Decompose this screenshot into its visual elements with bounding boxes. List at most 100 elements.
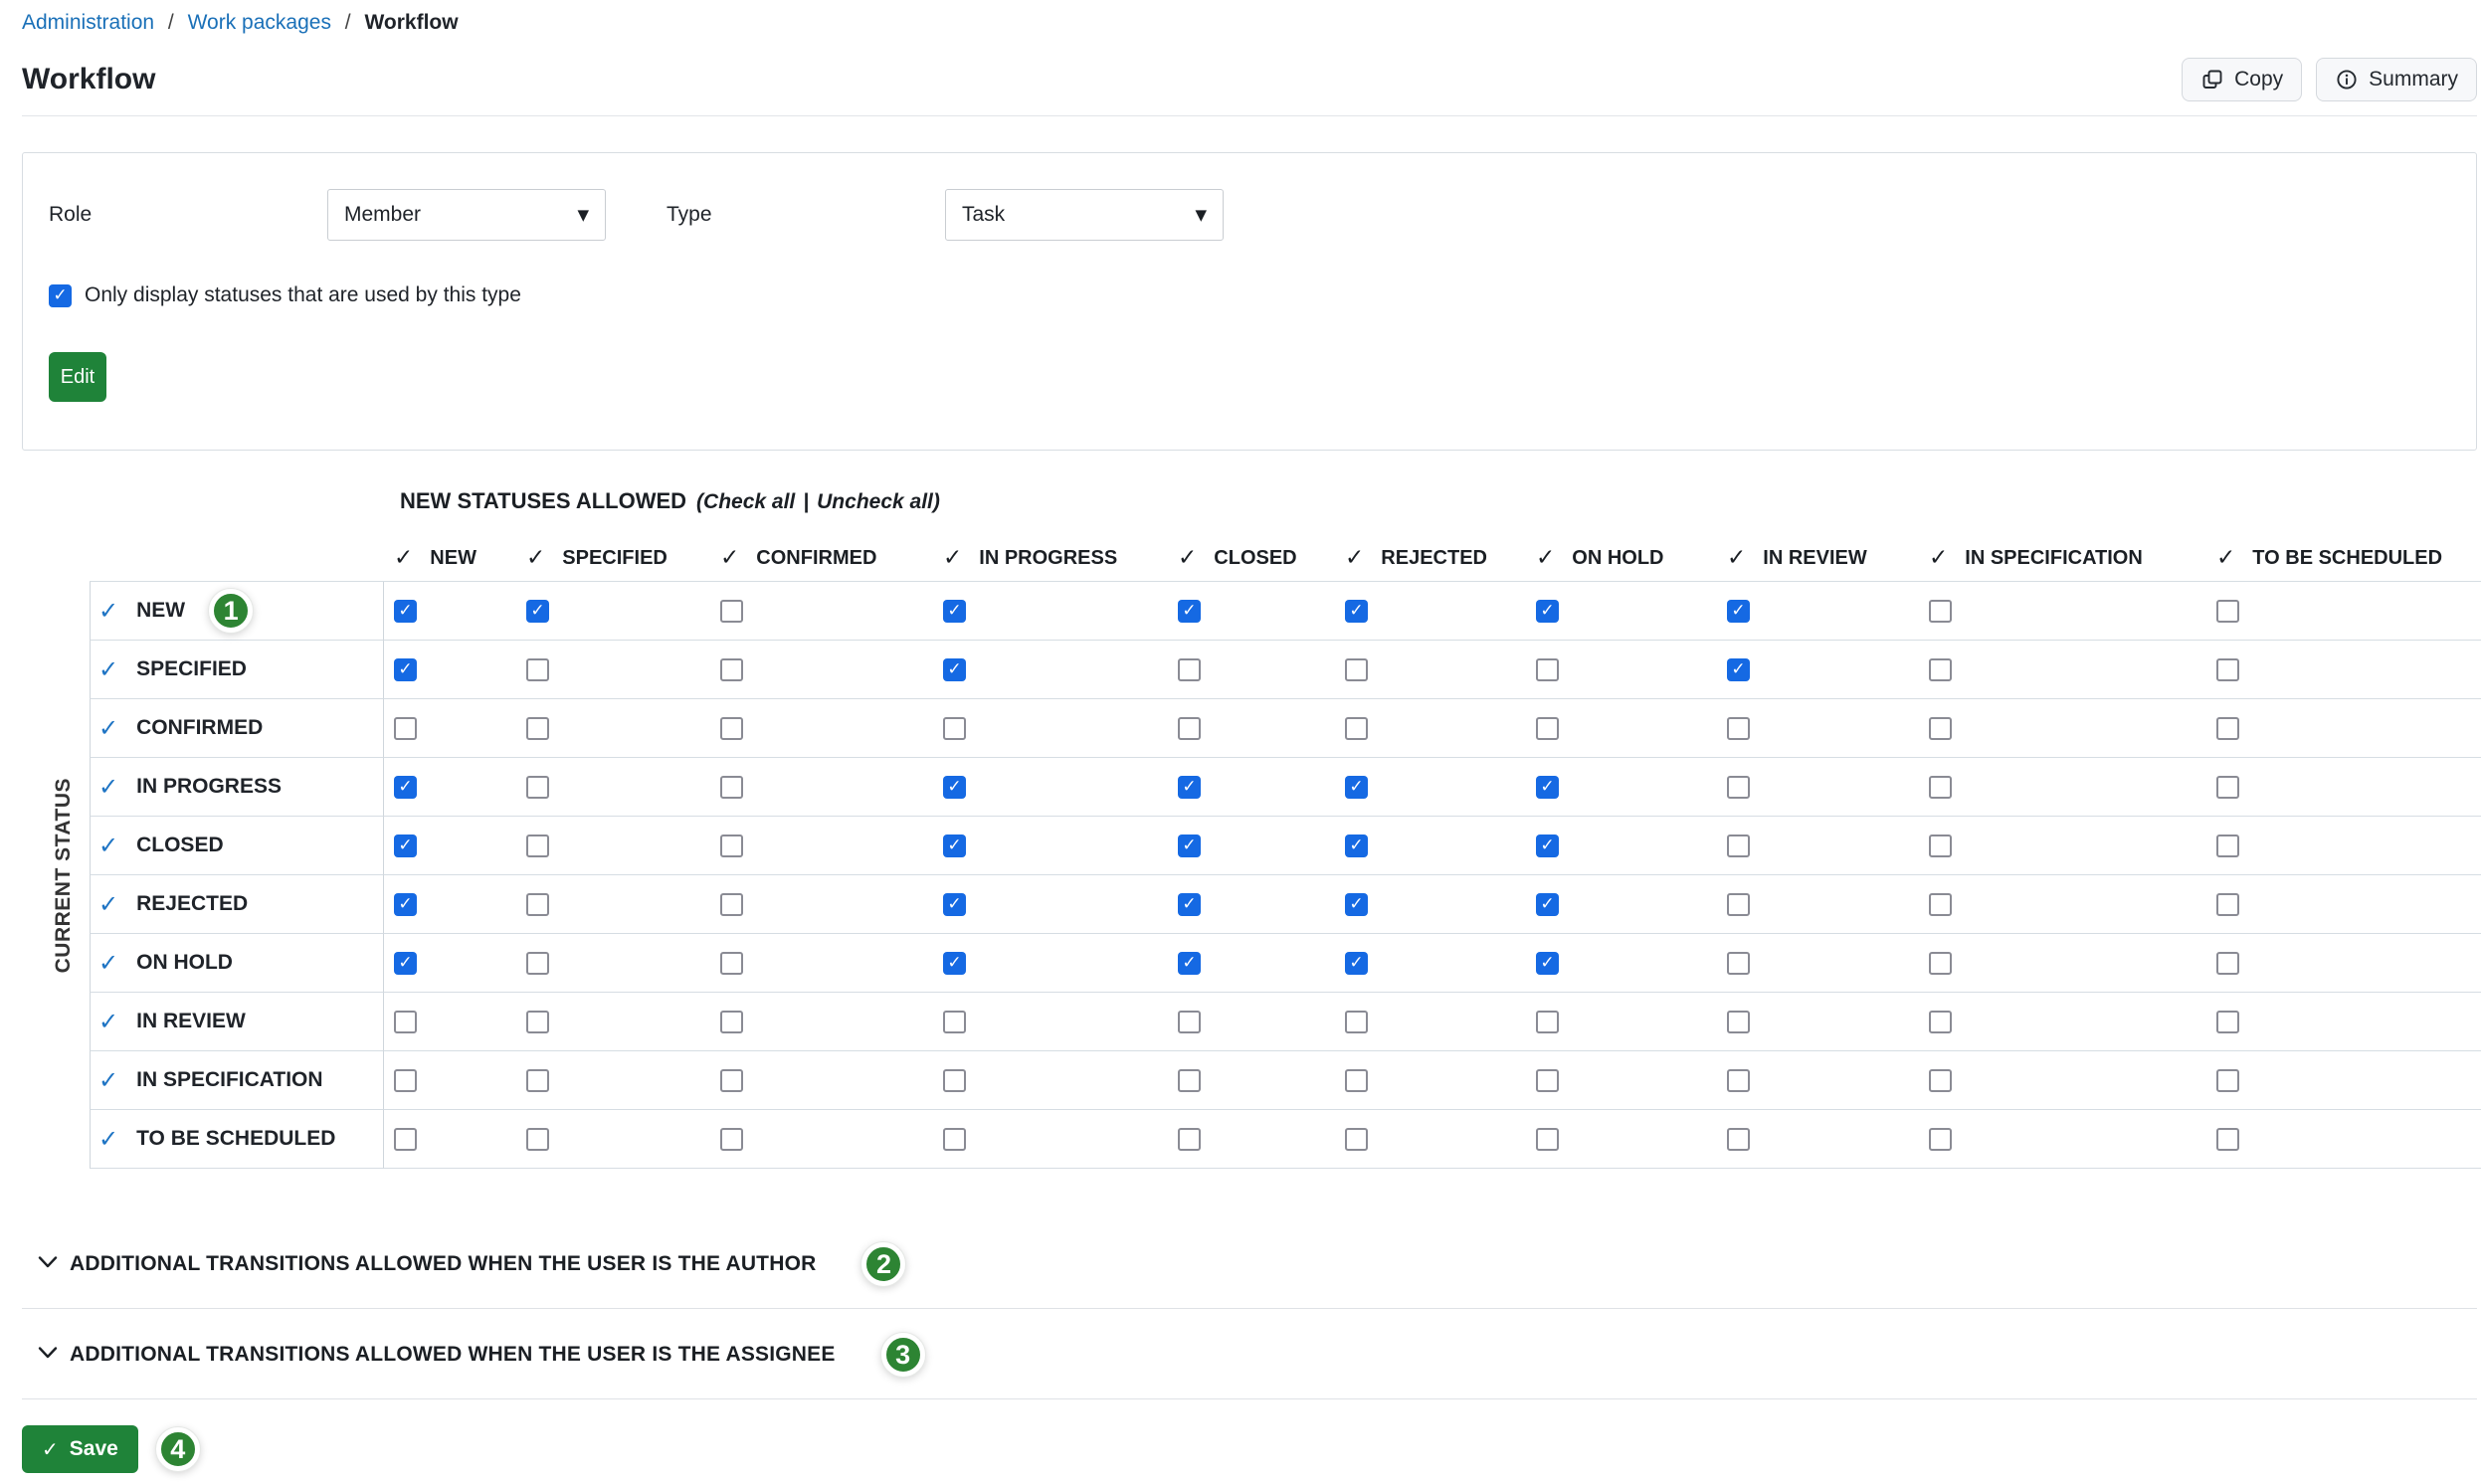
transition-checkbox[interactable] <box>720 600 743 623</box>
transition-checkbox[interactable] <box>720 952 743 975</box>
column-check-icon[interactable]: ✓ <box>1536 547 1555 570</box>
transition-checkbox[interactable]: ✓ <box>943 776 966 799</box>
transition-checkbox[interactable] <box>1345 1011 1368 1033</box>
row-check-icon[interactable]: ✓ <box>98 892 118 916</box>
transition-checkbox[interactable]: ✓ <box>394 776 417 799</box>
row-check-icon[interactable]: ✓ <box>98 775 118 799</box>
transition-checkbox[interactable]: ✓ <box>943 658 966 681</box>
transition-checkbox[interactable] <box>526 952 549 975</box>
transition-checkbox[interactable] <box>720 835 743 857</box>
transition-checkbox[interactable] <box>526 658 549 681</box>
transition-checkbox[interactable]: ✓ <box>1345 600 1368 623</box>
only-used-statuses-checkbox[interactable]: ✓ <box>49 284 72 307</box>
transition-checkbox[interactable]: ✓ <box>1536 776 1559 799</box>
transition-checkbox[interactable] <box>1345 1128 1368 1151</box>
transition-checkbox[interactable] <box>1929 658 1952 681</box>
transition-checkbox[interactable] <box>526 835 549 857</box>
transition-checkbox[interactable] <box>1929 1069 1952 1092</box>
transition-checkbox[interactable] <box>1929 717 1952 740</box>
transition-checkbox[interactable] <box>2216 1011 2239 1033</box>
transition-checkbox[interactable] <box>1727 1069 1750 1092</box>
transition-checkbox[interactable]: ✓ <box>394 952 417 975</box>
breadcrumb-administration[interactable]: Administration <box>22 11 154 34</box>
column-check-icon[interactable]: ✓ <box>526 547 545 570</box>
transition-checkbox[interactable] <box>1727 776 1750 799</box>
transition-checkbox[interactable]: ✓ <box>394 893 417 916</box>
transition-checkbox[interactable] <box>943 1128 966 1151</box>
transition-checkbox[interactable] <box>2216 1128 2239 1151</box>
type-select[interactable]: Task ▼ <box>945 189 1224 241</box>
summary-button[interactable]: Summary <box>2316 58 2477 101</box>
role-select[interactable]: Member ▼ <box>327 189 606 241</box>
transition-checkbox[interactable] <box>2216 1069 2239 1092</box>
row-check-icon[interactable]: ✓ <box>98 657 118 681</box>
transition-checkbox[interactable] <box>1345 1069 1368 1092</box>
transition-checkbox[interactable] <box>1178 1128 1201 1151</box>
transition-checkbox[interactable]: ✓ <box>1345 776 1368 799</box>
transition-checkbox[interactable] <box>2216 600 2239 623</box>
author-transitions-section[interactable]: ADDITIONAL TRANSITIONS ALLOWED WHEN THE … <box>38 1250 2477 1278</box>
transition-checkbox[interactable] <box>1929 1128 1952 1151</box>
transition-checkbox[interactable] <box>720 717 743 740</box>
transition-checkbox[interactable] <box>394 1128 417 1151</box>
transition-checkbox[interactable] <box>720 776 743 799</box>
transition-checkbox[interactable] <box>720 1011 743 1033</box>
transition-checkbox[interactable]: ✓ <box>1178 776 1201 799</box>
transition-checkbox[interactable] <box>720 658 743 681</box>
transition-checkbox[interactable] <box>1929 952 1952 975</box>
transition-checkbox[interactable] <box>2216 717 2239 740</box>
transition-checkbox[interactable] <box>1536 1069 1559 1092</box>
transition-checkbox[interactable] <box>1536 1011 1559 1033</box>
transition-checkbox[interactable] <box>720 893 743 916</box>
transition-checkbox[interactable] <box>2216 952 2239 975</box>
transition-checkbox[interactable]: ✓ <box>1536 600 1559 623</box>
transition-checkbox[interactable] <box>2216 893 2239 916</box>
transition-checkbox[interactable] <box>1345 717 1368 740</box>
transition-checkbox[interactable]: ✓ <box>1178 835 1201 857</box>
edit-button[interactable]: Edit <box>49 352 106 402</box>
transition-checkbox[interactable] <box>2216 835 2239 857</box>
transition-checkbox[interactable] <box>1727 1128 1750 1151</box>
transition-checkbox[interactable]: ✓ <box>1345 893 1368 916</box>
transition-checkbox[interactable] <box>1178 1069 1201 1092</box>
transition-checkbox[interactable] <box>1727 893 1750 916</box>
column-check-icon[interactable]: ✓ <box>2216 547 2235 570</box>
transition-checkbox[interactable] <box>394 1069 417 1092</box>
copy-button[interactable]: Copy <box>2182 58 2302 101</box>
row-check-icon[interactable]: ✓ <box>98 1127 118 1151</box>
transition-checkbox[interactable]: ✓ <box>1178 893 1201 916</box>
transition-checkbox[interactable] <box>526 893 549 916</box>
transition-checkbox[interactable] <box>1929 600 1952 623</box>
transition-checkbox[interactable] <box>526 1011 549 1033</box>
column-check-icon[interactable]: ✓ <box>943 547 962 570</box>
transition-checkbox[interactable] <box>1929 835 1952 857</box>
save-button[interactable]: ✓ Save <box>22 1425 138 1473</box>
check-all-link[interactable]: Check all <box>703 490 795 513</box>
transition-checkbox[interactable] <box>1929 893 1952 916</box>
transition-checkbox[interactable]: ✓ <box>394 658 417 681</box>
transition-checkbox[interactable]: ✓ <box>1727 658 1750 681</box>
transition-checkbox[interactable]: ✓ <box>1536 893 1559 916</box>
transition-checkbox[interactable] <box>943 1069 966 1092</box>
transition-checkbox[interactable]: ✓ <box>943 952 966 975</box>
transition-checkbox[interactable] <box>1727 1011 1750 1033</box>
transition-checkbox[interactable] <box>1178 1011 1201 1033</box>
transition-checkbox[interactable] <box>2216 658 2239 681</box>
transition-checkbox[interactable] <box>1536 717 1559 740</box>
transition-checkbox[interactable] <box>1536 1128 1559 1151</box>
transition-checkbox[interactable]: ✓ <box>1536 835 1559 857</box>
transition-checkbox[interactable]: ✓ <box>1345 952 1368 975</box>
row-check-icon[interactable]: ✓ <box>98 599 118 623</box>
row-check-icon[interactable]: ✓ <box>98 1068 118 1092</box>
transition-checkbox[interactable] <box>526 1069 549 1092</box>
transition-checkbox[interactable] <box>1178 658 1201 681</box>
transition-checkbox[interactable] <box>720 1069 743 1092</box>
assignee-transitions-section[interactable]: ADDITIONAL TRANSITIONS ALLOWED WHEN THE … <box>38 1341 2477 1369</box>
transition-checkbox[interactable]: ✓ <box>943 835 966 857</box>
row-check-icon[interactable]: ✓ <box>98 1010 118 1033</box>
transition-checkbox[interactable] <box>1727 835 1750 857</box>
column-check-icon[interactable]: ✓ <box>1929 547 1948 570</box>
transition-checkbox[interactable] <box>1536 658 1559 681</box>
transition-checkbox[interactable] <box>1929 1011 1952 1033</box>
transition-checkbox[interactable] <box>1178 717 1201 740</box>
